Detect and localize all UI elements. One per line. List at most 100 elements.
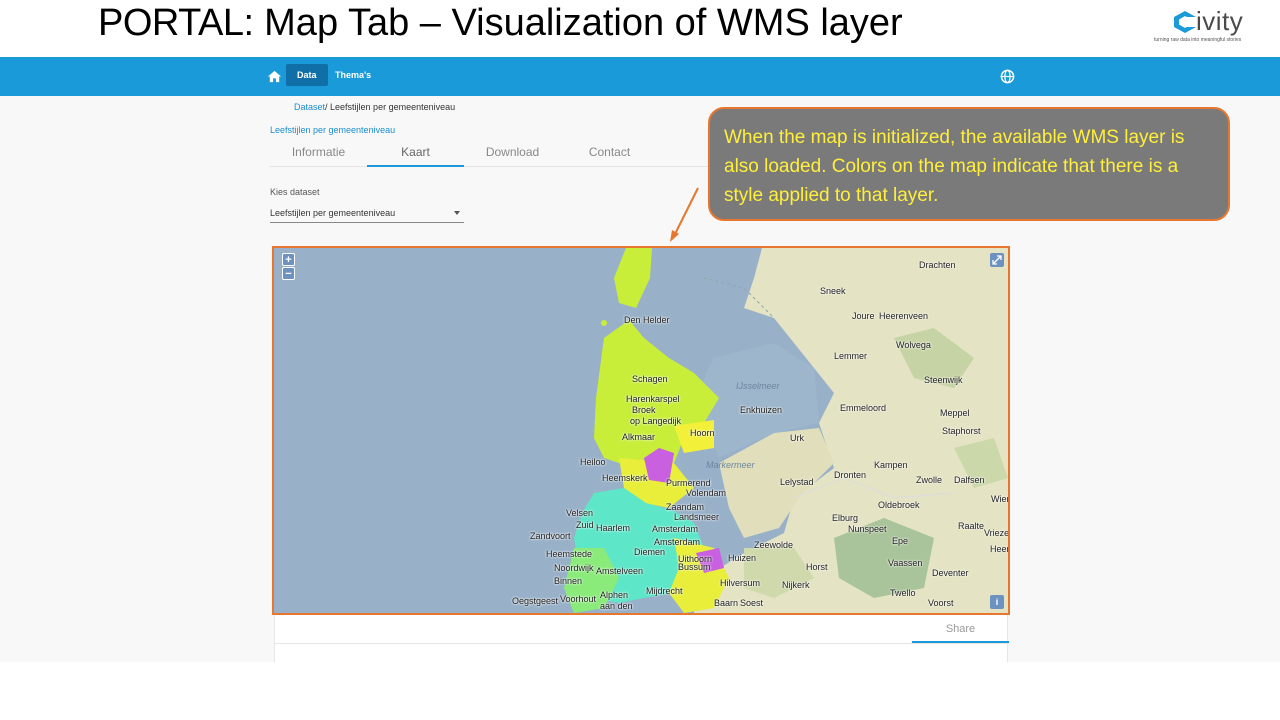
fullscreen-icon[interactable] [990, 253, 1004, 267]
map-label: Elburg [832, 513, 859, 523]
map-label: Zaandam [666, 502, 705, 512]
nav-item-data[interactable]: Data [286, 64, 328, 86]
map-label: Hoorn [690, 428, 715, 438]
map-label: Baarn [714, 598, 739, 608]
chevron-down-icon [454, 211, 460, 215]
map-label: Den Helder [624, 315, 670, 325]
logo-tagline: turning raw data into meaningful stories [1154, 37, 1242, 43]
map-label: aan den [600, 601, 633, 611]
map-viewer[interactable]: + − i Drachten Sneek Joure Heerenveen Wo… [272, 246, 1010, 615]
map-label: Hilversum [720, 578, 761, 588]
map-label: Twello [890, 588, 916, 598]
map-label: Amsterdam [652, 524, 699, 534]
civity-logo-icon [1174, 11, 1198, 33]
home-icon[interactable] [267, 69, 282, 84]
slide: PORTAL: Map Tab – Visualization of WMS l… [0, 0, 1280, 720]
map-label: Landsmeer [674, 512, 720, 522]
map-label: Staphorst [942, 426, 981, 436]
share-divider [275, 643, 1009, 644]
map-label: Joure [852, 311, 875, 321]
map-label: Heiloo [580, 457, 606, 467]
map-label: Deventer [932, 568, 969, 578]
map-label: Emmeloord [840, 403, 887, 413]
map-label: Drachten [919, 260, 956, 270]
annotation-callout: When the map is initialized, the availab… [708, 107, 1230, 221]
map-label: Steenwijk [924, 375, 963, 385]
map-label: Oldebroek [878, 500, 920, 510]
callout-arrow [670, 187, 699, 242]
tab-kaart[interactable]: Kaart [367, 141, 464, 167]
map-label: Nunspeet [848, 524, 887, 534]
map-label: Alkmaar [622, 432, 656, 442]
slide-title-text: Map Tab – Visualization of WMS layer [253, 2, 903, 44]
tab-download[interactable]: Download [464, 141, 561, 167]
map-label: Bussum [678, 562, 711, 572]
slide-title: PORTAL: Map Tab – Visualization of WMS l… [98, 2, 903, 45]
tab-informatie[interactable]: Informatie [270, 141, 367, 167]
map-label: Broek [632, 405, 656, 415]
map-label: Haarlem [596, 523, 631, 533]
map-label: Zandvoort [530, 531, 571, 541]
map-label: Raalte [958, 521, 985, 531]
map-label: Lemmer [834, 351, 868, 361]
map-label: Zuid [576, 520, 594, 530]
dataset-select[interactable]: Leefstijlen per gemeenteniveau [270, 206, 464, 223]
share-tab[interactable]: Share [912, 615, 1009, 643]
map-label: Voorst [928, 598, 954, 608]
zoom-in-button[interactable]: + [282, 253, 295, 266]
dataset-select-value: Leefstijlen per gemeenteniveau [270, 208, 396, 218]
map-label: Schagen [632, 374, 668, 384]
map-label: Dronten [834, 470, 867, 480]
map-label: Oegstgeest [512, 596, 559, 606]
map-label: Dalfsen [954, 475, 985, 485]
map-label: Vriezen [984, 528, 1010, 538]
nav-item-themas[interactable]: Thema's [335, 64, 371, 86]
map-label: Harenkarspel [626, 394, 680, 404]
map-label: Vaassen [888, 558, 923, 568]
map-label: Heemskerk [602, 473, 648, 483]
map-label: Sneek [820, 286, 846, 296]
map-label: Epe [892, 536, 909, 546]
breadcrumb: Dataset/ Leefstijlen per gemeenteniveau [294, 102, 455, 112]
map-label: Markermeer [706, 460, 755, 470]
map-label: Alphen [600, 590, 629, 600]
top-navbar: Data Thema's [0, 57, 1280, 96]
map-label: Kampen [874, 460, 908, 470]
map-label: Heemstede [546, 549, 593, 559]
map-info-button[interactable]: i [990, 595, 1004, 609]
map-label: Urk [790, 433, 804, 443]
map-label: Huizen [728, 553, 757, 563]
wms-dot [601, 320, 607, 326]
breadcrumb-current: / Leefstijlen per gemeenteniveau [325, 102, 456, 112]
map-label: Lelystad [780, 477, 814, 487]
map-label: Voorhout [560, 594, 597, 604]
slide-title-prefix: PORTAL: [98, 2, 254, 44]
map-label: Amsterdam [654, 537, 701, 547]
expand-icon [992, 255, 1002, 265]
map-label: Binnen [554, 576, 583, 586]
breadcrumb-link-dataset[interactable]: Dataset [294, 102, 325, 112]
map-label: Soest [740, 598, 764, 608]
logo-wordmark: ivity [1196, 6, 1244, 36]
map-label: op Langedijk [630, 416, 682, 426]
map-label: Horst [806, 562, 828, 572]
map-label: Meppel [940, 408, 970, 418]
tab-contact[interactable]: Contact [561, 141, 658, 167]
map-label: Enkhuizen [740, 405, 783, 415]
dataset-title: Leefstijlen per gemeenteniveau [270, 125, 396, 135]
map-label: Velsen [566, 508, 594, 518]
map-label: Heer [990, 544, 1010, 554]
dataset-select-label: Kies dataset [270, 187, 320, 197]
map-label: IJsselmeer [736, 381, 780, 391]
dataset-tabs: Informatie Kaart Download Contact [270, 141, 710, 167]
map-label: Noordwijk [554, 563, 594, 573]
share-panel: Share [274, 615, 1009, 662]
globe-icon[interactable] [1000, 69, 1015, 84]
civity-logo: ivity turning raw data into meaningful s… [1150, 4, 1276, 46]
map-label: Heerenveen [879, 311, 929, 321]
map-label: Wolvega [896, 340, 931, 350]
map-label: Zeewolde [754, 540, 794, 550]
map-label: Zwolle [916, 475, 943, 485]
zoom-out-button[interactable]: − [282, 267, 295, 280]
map-label: Mijdrecht [646, 586, 683, 596]
